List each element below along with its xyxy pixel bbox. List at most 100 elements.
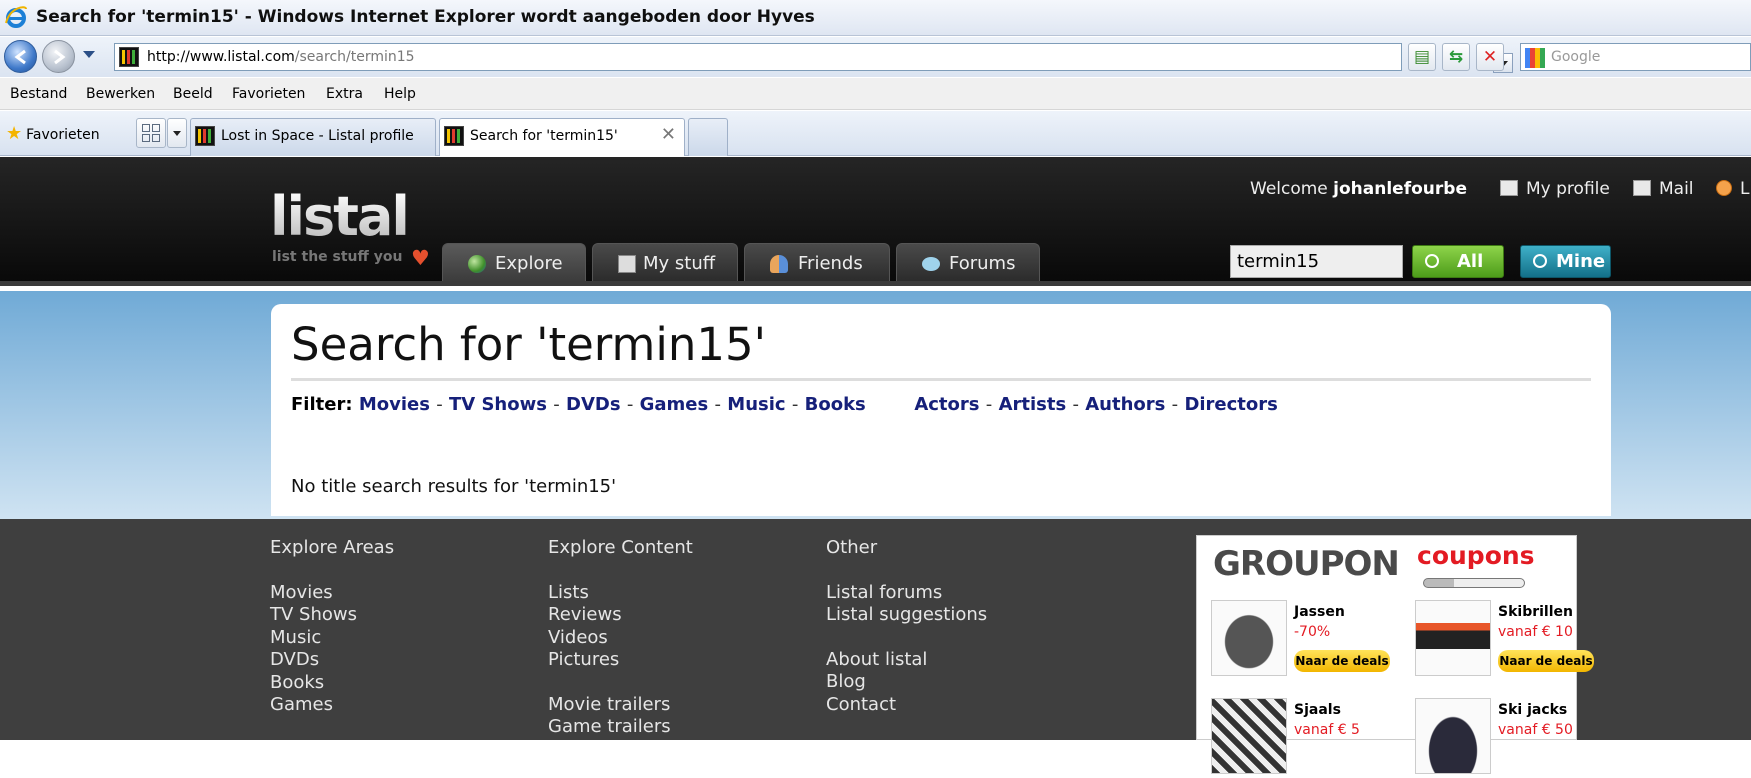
footer-link-listal-suggestions[interactable]: Listal suggestions: [826, 604, 987, 627]
footer-link-tv-shows[interactable]: TV Shows: [270, 604, 394, 627]
menu-favorieten[interactable]: Favorieten: [232, 86, 305, 102]
close-tab-icon[interactable]: ✕: [661, 124, 676, 145]
nav-friends[interactable]: Friends: [744, 243, 890, 283]
deal-button[interactable]: Naar de deals: [1498, 650, 1594, 672]
search-mine-button[interactable]: Mine: [1520, 245, 1611, 278]
site-header: listal list the stuff you ♥ Explore My s…: [0, 157, 1751, 286]
window-title-bar: Search for 'termin15' - Windows Internet…: [0, 0, 1751, 36]
groupon-ad[interactable]: GROUPON coupons Jassen -70% Naar de deal…: [1196, 535, 1594, 774]
google-search-field[interactable]: Google: [1520, 43, 1751, 71]
listal-favicon-icon: [444, 126, 464, 146]
footer-link-pictures[interactable]: Pictures: [548, 649, 693, 672]
menu-bar: Bestand Bewerken Beeld Favorieten Extra …: [0, 78, 1751, 110]
filter-separator: -: [1072, 394, 1079, 415]
username[interactable]: johanlefourbe: [1333, 179, 1467, 199]
filter-separator: -: [985, 394, 993, 415]
scarf-image: [1211, 698, 1287, 774]
filter-separator: -: [553, 394, 560, 415]
filter-movies[interactable]: Movies: [359, 394, 430, 415]
filter-actors[interactable]: Actors: [914, 394, 979, 415]
menu-beeld[interactable]: Beeld: [173, 86, 213, 102]
footer-link-games[interactable]: Games: [270, 694, 394, 717]
search-all-button[interactable]: All: [1412, 245, 1504, 278]
filter-authors[interactable]: Authors: [1085, 394, 1165, 415]
refresh-button[interactable]: ⇆: [1442, 43, 1470, 71]
footer-link-music[interactable]: Music: [270, 627, 394, 650]
url-text: http://www.listal.com/search/termin15: [147, 49, 415, 65]
favorites-button[interactable]: ★ Favorieten: [6, 123, 100, 144]
menu-extra[interactable]: Extra: [326, 86, 363, 102]
deal-name: Jassen: [1294, 604, 1345, 620]
internet-explorer-icon: [5, 6, 27, 28]
compatibility-view-button[interactable]: ▤: [1408, 43, 1436, 71]
my-profile-link[interactable]: My profile: [1500, 179, 1610, 199]
filter-tv-shows[interactable]: TV Shows: [449, 394, 547, 415]
footer-link-books[interactable]: Books: [270, 672, 394, 695]
filter-books[interactable]: Books: [805, 394, 866, 415]
filter-artists[interactable]: Artists: [999, 394, 1067, 415]
filter-music[interactable]: Music: [727, 394, 785, 415]
address-toolbar: http://www.listal.com/search/termin15 ▤ …: [0, 37, 1751, 77]
filter-games[interactable]: Games: [640, 394, 709, 415]
deal-skibrillen[interactable]: Skibrillen vanaf € 10 Naar de deals: [1415, 600, 1594, 680]
mail-link[interactable]: Mail: [1633, 179, 1694, 199]
globe-icon: [468, 255, 486, 273]
welcome-label: Welcome: [1250, 179, 1328, 199]
profile-icon: [1500, 180, 1518, 196]
nav-my-stuff[interactable]: My stuff: [592, 243, 738, 283]
footer-link-dvds[interactable]: DVDs: [270, 649, 394, 672]
deal-jassen[interactable]: Jassen -70% Naar de deals: [1211, 600, 1390, 680]
filter-label: Filter:: [291, 394, 353, 415]
filter-separator: -: [1171, 394, 1179, 415]
back-button[interactable]: [4, 40, 37, 73]
footer-link-contact[interactable]: Contact: [826, 694, 987, 717]
footer-link-lists[interactable]: Lists: [548, 582, 693, 605]
friends-icon: [770, 255, 788, 273]
back-arrow-icon: [14, 49, 26, 65]
tab-bar: ★ Favorieten Lost in Space - Listal profi…: [0, 111, 1751, 156]
deal-ski-jacks[interactable]: Ski jacks vanaf € 50: [1415, 698, 1585, 778]
recent-pages-dropdown[interactable]: [83, 51, 95, 58]
footer-link-movie-trailers[interactable]: Movie trailers: [548, 694, 693, 717]
tagline: list the stuff you: [272, 249, 403, 265]
nav-forums[interactable]: Forums: [896, 243, 1040, 283]
url-path: /search/termin15: [294, 49, 415, 65]
url-host: http://www.listal.com: [147, 49, 295, 65]
footer-link-reviews[interactable]: Reviews: [548, 604, 693, 627]
logout-link[interactable]: L: [1716, 179, 1749, 199]
deal-price: vanaf € 5: [1294, 722, 1360, 738]
magnifier-icon: [1533, 254, 1547, 268]
footer-link-about-listal[interactable]: About listal: [826, 649, 987, 672]
footer-link-listal-forums[interactable]: Listal forums: [826, 582, 987, 605]
stop-button[interactable]: ✕: [1476, 43, 1504, 71]
menu-bestand[interactable]: Bestand: [10, 86, 67, 102]
nav-explore[interactable]: Explore: [442, 243, 586, 283]
listal-logo[interactable]: listal: [270, 190, 410, 244]
logout-label: L: [1740, 179, 1750, 199]
filter-dvds[interactable]: DVDs: [566, 394, 621, 415]
tab-search-termin15[interactable]: Search for 'termin15' ✕: [439, 118, 685, 156]
site-search-input[interactable]: [1230, 245, 1403, 278]
logout-icon: [1716, 180, 1732, 196]
footer-link-game-trailers[interactable]: Game trailers: [548, 716, 693, 739]
tab-lost-in-space[interactable]: Lost in Space - Listal profile: [190, 118, 436, 156]
footer-heading: Other: [826, 537, 878, 558]
deal-sjaals[interactable]: Sjaals vanaf € 5: [1211, 698, 1381, 778]
new-tab-button[interactable]: [688, 118, 728, 156]
my-profile-label: My profile: [1526, 179, 1610, 199]
footer-link-movies[interactable]: Movies: [270, 582, 394, 605]
menu-help[interactable]: Help: [384, 86, 416, 102]
quick-tabs-button[interactable]: [136, 118, 166, 148]
footer-explore-areas: Explore Areas Movies TV Shows Music DVDs…: [270, 537, 394, 717]
menu-bewerken[interactable]: Bewerken: [86, 86, 155, 102]
nav-label: Friends: [798, 253, 863, 274]
url-field[interactable]: http://www.listal.com/search/termin15: [114, 43, 1513, 73]
footer-link-videos[interactable]: Videos: [548, 627, 693, 650]
filter-directors[interactable]: Directors: [1184, 394, 1277, 415]
nav-label: My stuff: [643, 253, 716, 274]
divider: [291, 378, 1591, 381]
deal-button[interactable]: Naar de deals: [1294, 650, 1390, 672]
footer-link-blog[interactable]: Blog: [826, 671, 987, 694]
tab-list-dropdown[interactable]: [167, 118, 187, 148]
forward-button[interactable]: [42, 40, 75, 73]
